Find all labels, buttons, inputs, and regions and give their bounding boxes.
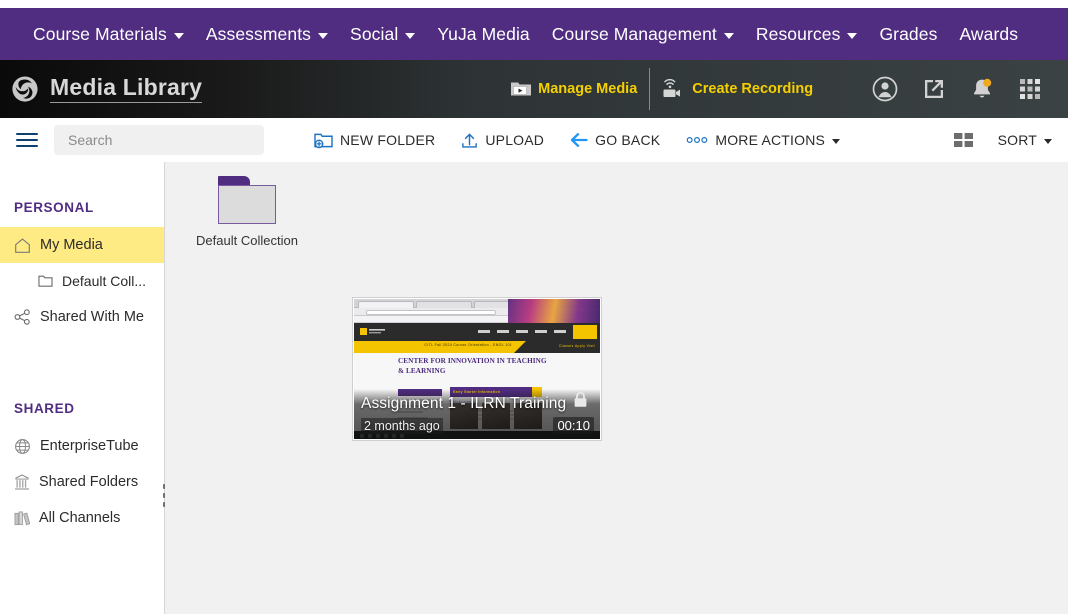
nav-item-grades[interactable]: Grades <box>868 24 948 45</box>
navigation-sidebar: PERSONAL My Media Default Coll... <box>0 162 165 614</box>
nav-item-course-management[interactable]: Course Management <box>541 24 745 45</box>
nav-item-yuja-media[interactable]: YuJa Media <box>426 24 540 45</box>
new-folder-button[interactable]: NEW FOLDER <box>314 132 435 149</box>
nav-label: Assessments <box>206 24 311 45</box>
thumbnail-site-heading: CENTER FOR INNOVATION IN TEACHING & LEAR… <box>398 356 548 377</box>
search-box[interactable] <box>54 125 264 155</box>
media-content-area: Default Collection <box>165 162 1068 614</box>
media-library-app: Course Materials Assessments Social YuJa… <box>0 0 1068 614</box>
thumbnail-wedge-text: Classes Apply Visit <box>559 344 595 348</box>
chevron-down-icon <box>1044 139 1052 144</box>
nav-item-social[interactable]: Social <box>339 24 426 45</box>
sidebar-label: All Channels <box>39 510 120 526</box>
folder-outline-icon <box>38 274 53 288</box>
notifications-bell-icon[interactable] <box>970 77 994 101</box>
sidebar-spacer <box>0 335 164 401</box>
nav-item-resources[interactable]: Resources <box>745 24 869 45</box>
search-input[interactable] <box>68 132 249 148</box>
nav-label: Course Materials <box>33 24 167 45</box>
external-link-icon[interactable] <box>922 77 946 101</box>
globe-icon <box>14 438 31 455</box>
go-back-label: GO BACK <box>595 132 660 148</box>
toolbar-right-group: SORT <box>954 132 1052 148</box>
media-toolbar: NEW FOLDER UPLOAD GO BACK <box>0 118 1068 162</box>
sidebar-label: EnterpriseTube <box>40 438 139 454</box>
new-folder-icon <box>314 132 333 149</box>
sidebar-item-shared-with-me[interactable]: Shared With Me <box>0 299 164 335</box>
manage-media-label: Manage Media <box>538 81 637 97</box>
nav-label: Grades <box>879 24 937 45</box>
nav-item-awards[interactable]: Awards <box>948 24 1029 45</box>
video-duration: 00:10 <box>553 417 594 434</box>
chevron-down-icon <box>847 33 857 39</box>
grid-view-icon[interactable] <box>954 132 974 148</box>
sidebar-item-enterprisetube[interactable]: EnterpriseTube <box>0 428 164 464</box>
folder-icon <box>218 176 276 224</box>
share-nodes-icon <box>14 309 31 325</box>
nav-label: Resources <box>756 24 841 45</box>
upload-button[interactable]: UPLOAD <box>461 132 544 149</box>
sort-button[interactable]: SORT <box>998 132 1052 148</box>
go-back-button[interactable]: GO BACK <box>570 132 660 148</box>
video-age: 2 months ago <box>361 418 443 434</box>
chevron-down-icon <box>405 33 415 39</box>
thumbnail-site-logo <box>360 327 386 336</box>
chevron-down-icon <box>318 33 328 39</box>
upload-arrow-icon <box>461 132 478 149</box>
nav-item-assessments[interactable]: Assessments <box>195 24 339 45</box>
sidebar-label: My Media <box>40 237 103 253</box>
sidebar-label: Shared Folders <box>39 474 138 490</box>
chevron-down-icon <box>832 139 840 144</box>
nav-label: Social <box>350 24 398 45</box>
main-body: PERSONAL My Media Default Coll... <box>0 162 1068 614</box>
folder-tile-default-collection[interactable]: Default Collection <box>187 176 307 248</box>
nav-label: Awards <box>959 24 1018 45</box>
course-navigation-bar: Course Materials Assessments Social YuJa… <box>0 8 1068 60</box>
apps-grid-icon[interactable] <box>1018 77 1042 101</box>
video-title: Assignment 1 - ILRN Training <box>361 395 566 413</box>
sidebar-item-shared-folders[interactable]: Shared Folders <box>0 464 164 500</box>
sidebar-item-all-channels[interactable]: All Channels <box>0 500 164 536</box>
ellipsis-icon <box>686 135 708 145</box>
sidebar-item-default-collection[interactable]: Default Coll... <box>0 263 164 299</box>
home-icon <box>14 237 31 254</box>
create-recording-label: Create Recording <box>692 81 813 97</box>
sidebar-label: Default Coll... <box>62 273 146 289</box>
nav-label: Course Management <box>552 24 717 45</box>
chevron-down-icon <box>724 33 734 39</box>
arrow-left-icon <box>570 132 588 148</box>
camera-wifi-icon <box>662 79 686 99</box>
lock-icon <box>573 391 588 413</box>
toolbar-actions: NEW FOLDER UPLOAD GO BACK <box>314 132 840 149</box>
upload-label: UPLOAD <box>485 132 544 148</box>
sort-label: SORT <box>998 132 1037 148</box>
books-icon <box>14 510 30 527</box>
app-title: Media Library <box>50 75 202 102</box>
spiral-logo-icon <box>10 74 40 104</box>
folder-tile-label: Default Collection <box>187 233 307 248</box>
header-icon-group <box>872 76 1068 102</box>
nav-item-course-materials[interactable]: Course Materials <box>22 24 195 45</box>
folder-play-icon <box>510 80 532 98</box>
app-logo[interactable]: Media Library <box>0 74 202 104</box>
chevron-down-icon <box>174 33 184 39</box>
nav-label: YuJa Media <box>437 24 529 45</box>
account-icon[interactable] <box>872 76 898 102</box>
video-card[interactable]: CITL Fall 2024 Course Orientation - ENGL… <box>353 298 601 440</box>
sidebar-label: Shared With Me <box>40 309 144 325</box>
manage-media-button[interactable]: Manage Media <box>498 60 649 118</box>
more-actions-button[interactable]: MORE ACTIONS <box>686 132 840 148</box>
header-action-group: Manage Media Create Recording <box>498 60 825 118</box>
thumbnail-banner-text: CITL Fall 2024 Course Orientation - ENGL… <box>424 343 512 347</box>
more-actions-label: MORE ACTIONS <box>715 132 825 148</box>
sidebar-item-my-media[interactable]: My Media <box>0 227 164 263</box>
media-library-header: Media Library Manage Media <box>0 60 1068 118</box>
section-title-personal: PERSONAL <box>0 200 164 227</box>
hamburger-menu-icon[interactable] <box>16 129 38 151</box>
building-icon <box>14 474 30 491</box>
section-title-shared: SHARED <box>0 401 164 428</box>
new-folder-label: NEW FOLDER <box>340 132 435 148</box>
create-recording-button[interactable]: Create Recording <box>650 60 825 118</box>
